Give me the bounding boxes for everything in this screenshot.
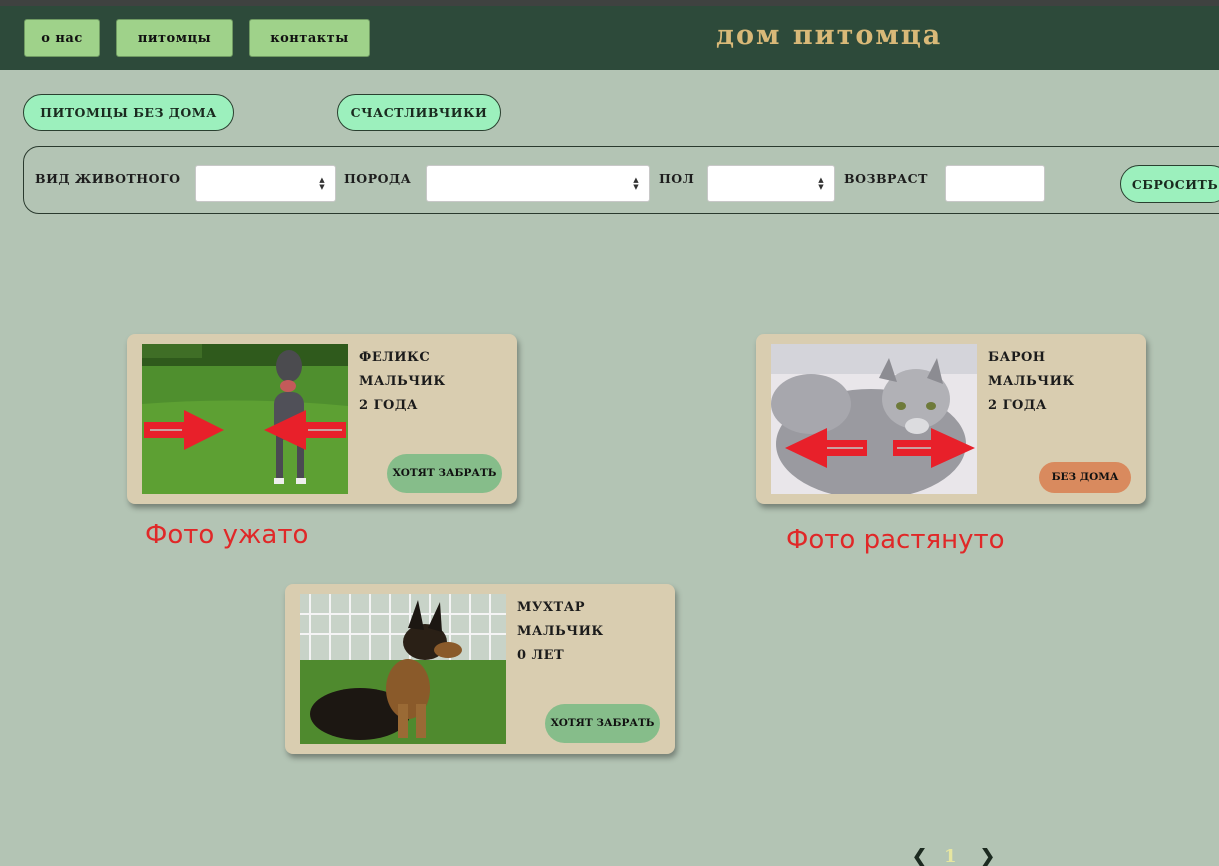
age-input[interactable] [945,165,1045,202]
sex-label: ПОЛ [659,171,695,186]
pet-info: ФЕЛИКС МАЛЬЧИК 2 ГОДА [359,346,446,418]
sex-select[interactable]: ▲ ▼ [707,165,835,202]
select-arrows-icon: ▲ ▼ [818,176,824,191]
pet-card[interactable]: БАРОН МАЛЬЧИК 2 ГОДА БЕЗ ДОМА [756,334,1146,504]
pet-name: ФЕЛИКС [359,350,431,365]
breed-select[interactable]: ▲ ▼ [426,165,650,202]
pet-card[interactable]: ФЕЛИКС МАЛЬЧИК 2 ГОДА ХОТЯТ ЗАБРАТЬ [127,334,517,504]
nav-contacts-button[interactable]: контакты [249,19,370,57]
species-select[interactable]: ▲ ▼ [195,165,336,202]
select-arrows-icon: ▲ ▼ [633,176,639,191]
nav-about-button[interactable]: о нас [24,19,100,57]
select-arrows-icon: ▲ ▼ [319,176,325,191]
puppy-photo-icon [300,594,506,744]
pet-info: БАРОН МАЛЬЧИК 2 ГОДА [988,346,1075,418]
pet-sex: МАЛЬЧИК [517,624,604,639]
pagination-prev-button[interactable]: ❮ [912,846,927,866]
pet-age: 2 ГОДА [988,398,1048,413]
site-header: о нас питомцы контакты дом питомца [0,6,1219,70]
reset-filters-button[interactable]: СБРОСИТЬ [1120,165,1219,203]
dog-photo-icon [142,344,348,494]
pet-age: 0 ЛЕТ [517,648,565,663]
tab-lucky-pets[interactable]: СЧАСТЛИВЧИКИ [337,94,501,131]
pet-sex: МАЛЬЧИК [359,374,446,389]
age-label: ВОЗВРАСТ [844,171,928,186]
pet-age: 2 ГОДА [359,398,419,413]
species-label: ВИД ЖИВОТНОГО [35,171,181,186]
annotation-squeezed: Фото ужато [145,520,309,550]
status-button[interactable]: ХОТЯТ ЗАБРАТЬ [545,704,660,743]
pagination-current-page[interactable]: 1 [944,846,957,866]
site-title: дом питомца [716,20,943,51]
tab-homeless-pets[interactable]: ПИТОМЦЫ БЕЗ ДОМА [23,94,234,131]
pet-card[interactable]: МУХТАР МАЛЬЧИК 0 ЛЕТ ХОТЯТ ЗАБРАТЬ [285,584,675,754]
status-button[interactable]: ХОТЯТ ЗАБРАТЬ [387,454,502,493]
pet-name: БАРОН [988,350,1046,365]
pet-name: МУХТАР [517,600,586,615]
cat-photo-icon [771,344,977,494]
status-button[interactable]: БЕЗ ДОМА [1039,462,1131,493]
nav-pets-button[interactable]: питомцы [116,19,233,57]
pet-photo [142,344,348,494]
pagination-next-button[interactable]: ❯ [980,846,995,866]
pet-photo [771,344,977,494]
annotation-stretched: Фото растянуто [786,525,1005,555]
pet-photo [300,594,506,744]
pet-sex: МАЛЬЧИК [988,374,1075,389]
pet-info: МУХТАР МАЛЬЧИК 0 ЛЕТ [517,596,604,668]
breed-label: ПОРОДА [344,171,412,186]
